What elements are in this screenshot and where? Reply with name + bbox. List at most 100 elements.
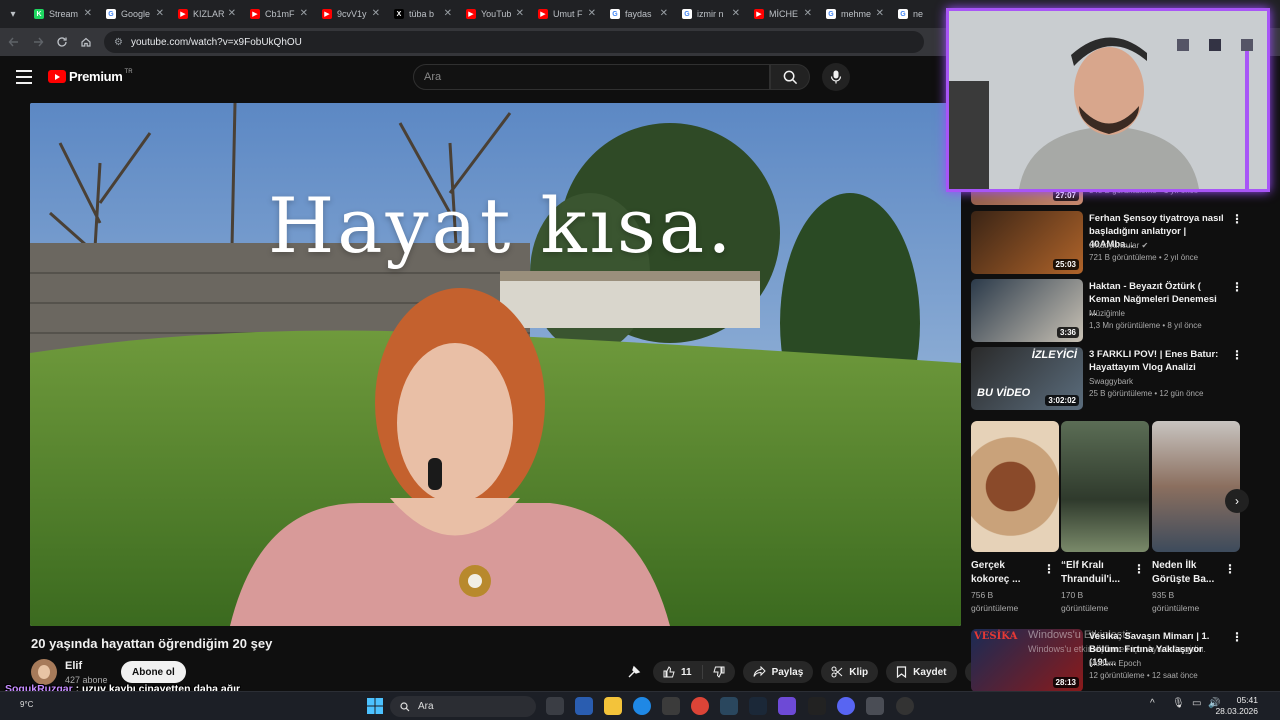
more-options-icon[interactable]: ⋮ bbox=[1231, 213, 1243, 225]
tab-search-button[interactable]: ▾ bbox=[0, 0, 26, 28]
autodub-icon[interactable] bbox=[627, 665, 641, 679]
home-button[interactable] bbox=[74, 28, 98, 56]
subscribe-button[interactable]: Abone ol bbox=[121, 661, 186, 683]
tab-close-icon[interactable]: ✕ bbox=[804, 8, 812, 19]
app-icon-1[interactable] bbox=[720, 697, 738, 715]
video-thumbnail[interactable]: 25:03 bbox=[971, 211, 1083, 274]
store-icon[interactable] bbox=[662, 697, 680, 715]
browser-tab[interactable]: Gizmir n ✕ bbox=[674, 0, 746, 28]
recommendation-meta: 1,3 Mn görüntüleme • 8 yıl önce bbox=[1089, 321, 1202, 330]
dislike-button[interactable] bbox=[703, 666, 735, 678]
tab-close-icon[interactable]: ✕ bbox=[660, 8, 668, 19]
short-view-label: görüntüleme bbox=[1061, 603, 1109, 613]
channel-avatar[interactable] bbox=[31, 659, 57, 685]
tab-close-icon[interactable]: ✕ bbox=[156, 8, 164, 19]
browser-tab[interactable]: Gmehme ✕ bbox=[818, 0, 890, 28]
steam-icon[interactable] bbox=[749, 697, 767, 715]
obs-icon[interactable] bbox=[896, 697, 914, 715]
discord-icon[interactable] bbox=[837, 697, 855, 715]
thumbs-down-icon bbox=[712, 666, 725, 678]
chrome-icon[interactable] bbox=[691, 697, 709, 715]
tab-close-icon[interactable]: ✕ bbox=[84, 8, 92, 19]
copilot-icon[interactable] bbox=[575, 697, 593, 715]
browser-tab[interactable]: ▶ 9cvV1y ✕ bbox=[314, 0, 386, 28]
tray-overflow-icon[interactable]: ^ bbox=[1150, 698, 1155, 709]
site-info-icon[interactable]: ⚙ bbox=[114, 37, 123, 48]
app-icon-2[interactable] bbox=[778, 697, 796, 715]
short-title[interactable]: “Elf Kralı Thranduil'i... bbox=[1061, 559, 1131, 587]
clip-label: Klip bbox=[849, 666, 869, 678]
screen: { "browser": { "tabs": [ {"label": "Stre… bbox=[0, 0, 1280, 720]
file-explorer-icon[interactable] bbox=[604, 697, 622, 715]
edge-icon[interactable] bbox=[633, 697, 651, 715]
settings-icon[interactable] bbox=[866, 697, 884, 715]
more-options-icon[interactable]: ⋮ bbox=[1043, 562, 1055, 576]
recommendation-title[interactable]: 3 FARKLI POV! | Enes Batur: Hayattayım V… bbox=[1089, 348, 1227, 374]
address-bar[interactable]: ⚙ youtube.com/watch?v=x9FobUkQhOU bbox=[104, 31, 924, 53]
short-thumbnail[interactable] bbox=[1061, 421, 1149, 552]
tab-close-icon[interactable]: ✕ bbox=[516, 8, 524, 19]
browser-tab[interactable]: K Stream ✕ bbox=[26, 0, 98, 28]
search-button[interactable] bbox=[770, 64, 810, 90]
share-button[interactable]: Paylaş bbox=[742, 661, 814, 683]
recommendation-channel[interactable]: Ortaoyuncular ✔ bbox=[1089, 241, 1148, 250]
browser-tab[interactable]: ▶ YouTub ✕ bbox=[458, 0, 530, 28]
tab-close-icon[interactable]: ✕ bbox=[228, 8, 236, 19]
menu-icon[interactable] bbox=[16, 70, 32, 84]
recommendation-item[interactable]: 3:36 Haktan - Beyazıt Öztürk ( Keman Nağm… bbox=[971, 279, 1251, 343]
recommendation-item[interactable]: 25:03 Ferhan Şensoy tiyatroya nasıl başla… bbox=[971, 211, 1251, 275]
microphone-tray-icon[interactable]: 🎙 bbox=[1172, 698, 1185, 709]
shorts-next-button[interactable]: › bbox=[1225, 489, 1249, 513]
video-player[interactable]: Hayat kısa. bbox=[30, 103, 961, 626]
clip-button[interactable]: Klip bbox=[821, 661, 879, 683]
more-options-icon[interactable]: ⋮ bbox=[1231, 281, 1243, 293]
tab-close-icon[interactable]: ✕ bbox=[876, 8, 884, 19]
back-button[interactable] bbox=[2, 28, 26, 56]
short-item[interactable]: Neden İlk Görüşte Ba... 935 B görüntüleme ⋮ bbox=[1152, 421, 1240, 615]
more-options-icon[interactable]: ⋮ bbox=[1231, 631, 1243, 643]
tab-close-icon[interactable]: ✕ bbox=[372, 8, 380, 19]
browser-tab[interactable]: ▶ Cb1mF ✕ bbox=[242, 0, 314, 28]
short-title[interactable]: Gerçek kokoreç ... bbox=[971, 559, 1041, 587]
more-options-icon[interactable]: ⋮ bbox=[1133, 562, 1145, 576]
browser-tab[interactable]: Xtüba b ✕ bbox=[386, 0, 458, 28]
search-input[interactable]: Ara bbox=[413, 64, 770, 90]
taskbar-search[interactable]: Ara bbox=[390, 696, 536, 717]
tab-title: Umut F bbox=[553, 9, 583, 19]
more-options-icon[interactable]: ⋮ bbox=[1224, 562, 1236, 576]
channel-name[interactable]: Elif bbox=[65, 660, 82, 672]
short-thumbnail[interactable] bbox=[1152, 421, 1240, 552]
short-item[interactable]: “Elf Kralı Thranduil'i... 170 B görüntülem… bbox=[1061, 421, 1149, 615]
browser-tab[interactable]: ▶ Umut F ✕ bbox=[530, 0, 602, 28]
recommendation-channel[interactable]: Modern Epoch bbox=[1089, 659, 1141, 668]
forward-button[interactable] bbox=[26, 28, 50, 56]
video-thumbnail[interactable]: 3:36 bbox=[971, 279, 1083, 342]
more-options-icon[interactable]: ⋮ bbox=[1231, 349, 1243, 361]
weather-widget[interactable]: 9°C bbox=[20, 700, 33, 709]
voice-search-button[interactable] bbox=[822, 63, 850, 91]
tab-close-icon[interactable]: ✕ bbox=[732, 8, 740, 19]
short-thumbnail[interactable] bbox=[971, 421, 1059, 552]
like-button[interactable]: 11 bbox=[653, 665, 703, 679]
recommendation-channel[interactable]: Swaggybark bbox=[1089, 377, 1133, 386]
short-title[interactable]: Neden İlk Görüşte Ba... bbox=[1152, 559, 1222, 587]
start-button[interactable] bbox=[366, 697, 384, 715]
browser-tab[interactable]: ▶ KIZLAR ✕ bbox=[170, 0, 242, 28]
tab-close-icon[interactable]: ✕ bbox=[588, 8, 596, 19]
system-clock[interactable]: 05:41 28.03.2026 bbox=[1215, 695, 1258, 717]
browser-tab[interactable]: ▶ MİCHE ✕ bbox=[746, 0, 818, 28]
youtube-logo[interactable]: Premium TR bbox=[48, 69, 133, 84]
app-icon-3[interactable] bbox=[808, 697, 826, 715]
recommendation-item[interactable]: İZLEYİCİ BU VİDEO 3:02:02 3 FARKLI POV! | E… bbox=[971, 347, 1251, 411]
save-button[interactable]: Kaydet bbox=[886, 661, 957, 683]
network-icon[interactable]: ▭ bbox=[1192, 698, 1201, 709]
tab-close-icon[interactable]: ✕ bbox=[300, 8, 308, 19]
short-item[interactable]: Gerçek kokoreç ... 756 B görüntüleme ⋮ bbox=[971, 421, 1059, 615]
task-view-icon[interactable] bbox=[546, 697, 564, 715]
reload-button[interactable] bbox=[50, 28, 74, 56]
recommendation-channel[interactable]: Müziğimle bbox=[1089, 309, 1125, 318]
browser-tab[interactable]: Gfaydas ✕ bbox=[602, 0, 674, 28]
video-thumbnail[interactable]: İZLEYİCİ BU VİDEO 3:02:02 bbox=[971, 347, 1083, 410]
browser-tab[interactable]: G Google ✕ bbox=[98, 0, 170, 28]
tab-close-icon[interactable]: ✕ bbox=[444, 8, 452, 19]
